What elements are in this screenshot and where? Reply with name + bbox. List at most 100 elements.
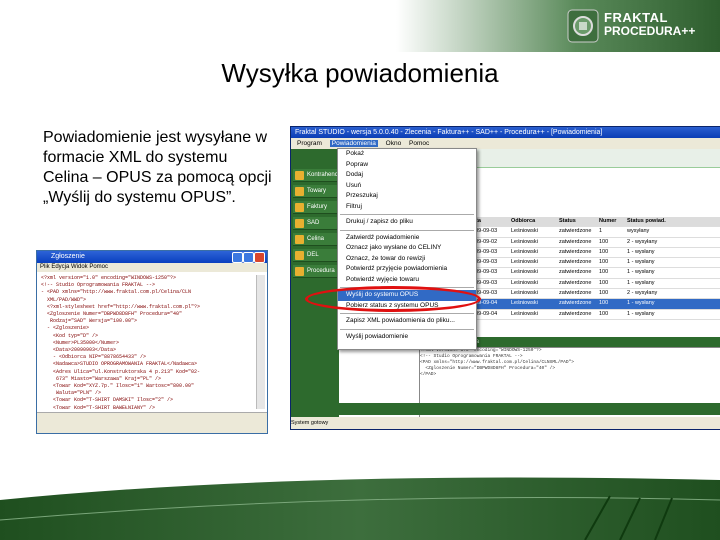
powiadomienia-dropdown-menu: Pokaż Popraw Dodaj Usuń Przeszukaj Filtruj Dru… (337, 148, 477, 350)
menu-item[interactable]: Oznacz, że towar do rewizji (338, 254, 476, 265)
maximize-icon[interactable] (243, 252, 254, 263)
grid-cell: zatwierdzone (559, 259, 592, 266)
slide-title: Wysyłka powiadomienia (221, 58, 499, 88)
table-row[interactable]: 2009-09-03 Leśniowski zatwierdzone 100 1 - w… (469, 279, 720, 290)
xml-scrollbar[interactable] (256, 275, 265, 409)
menu-item[interactable]: Przeszukaj (338, 191, 476, 202)
menu-item[interactable]: Wyślij powiadomienie (338, 332, 476, 343)
grid-cell: zatwierdzone (559, 300, 592, 307)
grid-cell: 1 - wysłany (627, 248, 655, 255)
menu-item[interactable]: Popraw (338, 160, 476, 171)
app-statusbar: System gotowy (291, 417, 720, 429)
grid-cell: 100 (599, 238, 609, 245)
menu-separator (340, 313, 474, 314)
grid-cell: Leśniowski (511, 279, 538, 286)
folder-icon (295, 235, 304, 244)
grid-cell: 1 (599, 228, 603, 235)
xml-line: <Adres Ulica="ul.Konstruktorska 4 p.213"… (41, 368, 201, 375)
grid-cell: 1 - wysłany (627, 310, 655, 317)
table-row[interactable]: 2009-09-04 Leśniowski zatwierdzone 100 1 - w… (469, 310, 720, 320)
table-row[interactable]: 2009-09-03 Leśniowski zatwierdzone 100 1 - w… (469, 258, 720, 269)
table-row[interactable]: 2009-09-03 Leśniowski zatwierdzone 1 wysyłan… (469, 227, 720, 238)
menu-okno[interactable]: Okno (386, 140, 402, 147)
menu-item[interactable]: Potwierdź przyjęcie powiadomienia (338, 264, 476, 275)
table-row[interactable]: 2009-09-04 Leśniowski zatwierdzone 100 1 - w… (469, 299, 720, 310)
xml-line: 673" Miasto="Warszawa" Kraj="PL" /> (41, 375, 162, 382)
grid-cell: 1 - wysłany (627, 300, 655, 307)
grid-cell: zatwierdzone (559, 310, 592, 317)
table-row[interactable]: 2009-09-02 Leśniowski zatwierdzone 100 2 - w… (469, 238, 720, 248)
xml-window-menubar[interactable]: Plik Edycja Widok Pomoc (37, 263, 267, 272)
menu-program[interactable]: Program (297, 140, 322, 147)
grid-cell: zatwierdzone (559, 279, 592, 286)
grid-cell: zatwierdzone (559, 238, 592, 245)
xml-line: <!-- Studio Oprogramowania FRAKTAL --> (41, 282, 156, 289)
xml-line: XML/PAD/WWD"> (41, 296, 87, 303)
xml-window-title: Zgłoszenie (51, 253, 85, 260)
grid-cell: 100 (599, 310, 609, 317)
sidebar-item-0[interactable]: Kontrahenci (293, 169, 339, 182)
grid-cell: Leśniowski (511, 228, 538, 235)
highlight-ellipse (305, 286, 481, 312)
grid-cell: 100 (599, 259, 609, 266)
menu-separator (340, 214, 474, 215)
folder-icon (295, 203, 304, 212)
menu-separator (340, 328, 474, 330)
menu-item[interactable]: Filtruj (338, 202, 476, 213)
close-icon[interactable] (254, 252, 265, 263)
grid-cell: Odbiorca (511, 218, 536, 224)
logo-text-fraktal: FRAKTAL (604, 10, 668, 25)
menu-item[interactable]: Oznacz jako wysłane do CELINY (338, 243, 476, 254)
grid-cell: 1 - wysłany (627, 269, 655, 276)
menu-item[interactable]: Potwierdź wyjęcie towaru (338, 275, 476, 286)
menu-item[interactable]: Zatwierdź powiadomienie (338, 233, 476, 244)
folder-icon (295, 187, 304, 196)
grid-cell: wysyłany (627, 228, 650, 235)
sidebar-item-6[interactable]: Procedura (293, 265, 337, 278)
grid-header-row[interactable]: DataOdbiorcaStatusNumerStatus powiad. (469, 217, 720, 228)
menu-item[interactable]: Pokaż (338, 149, 476, 160)
menu-separator (340, 229, 474, 231)
sidebar-item-2[interactable]: Faktury (293, 201, 337, 214)
sidebar-item-5[interactable]: DEL (293, 249, 337, 262)
xml-line: - <PAD xmlns="http://www.fraktal.com.pl/… (41, 289, 192, 296)
grid-cell: Leśniowski (511, 238, 538, 245)
menu-item[interactable]: Drukuj / zapisz do pliku (338, 217, 476, 228)
xml-line: - <Zgloszenie> (41, 325, 90, 332)
folder-icon (295, 251, 304, 260)
sidebar-item-1[interactable]: Towary (293, 185, 337, 198)
minimize-icon[interactable] (232, 252, 243, 263)
menu-item[interactable]: Usuń (338, 181, 476, 192)
grid-cell: zatwierdzone (559, 290, 592, 297)
xml-line: - <Odbiorca NIP="8878654433" /> (41, 354, 147, 361)
xml-window-status (37, 412, 267, 433)
table-row[interactable]: 2009-09-03 Leśniowski zatwierdzone 100 1 - w… (469, 268, 720, 279)
logo-text-procedura: PROCEDURA++ (604, 24, 696, 38)
app-titlebar: Fraktal STUDIO - wersja 5.0.0.40 - Zlece… (291, 127, 720, 138)
xml-line: Waluta="PLN" /> (41, 390, 102, 397)
sidebar-item-4[interactable]: Celina (293, 233, 337, 246)
menu-pomoc[interactable]: Pomoc (409, 140, 429, 147)
xml-line: <Kod typ="D" /> (41, 332, 99, 339)
menu-item[interactable]: Zapisz XML powiadomienia do pliku... (338, 316, 476, 327)
grid-cell: zatwierdzone (559, 248, 592, 255)
grid-cell: Leśniowski (511, 290, 538, 297)
xml-line: <?xml-stylesheet href="http://www.frakta… (41, 303, 201, 310)
grid-cell: 2 - wysyłany (627, 290, 658, 297)
folder-icon (295, 267, 304, 276)
xml-line: <Towar Kod="T-SHIRT BAWEŁNIANY" /> (41, 404, 156, 409)
grid-cell: Leśniowski (511, 310, 538, 317)
lower-xml-line: </PAD> (420, 372, 437, 377)
grid-cell: Leśniowski (511, 248, 538, 255)
grid-cell: 100 (599, 279, 609, 286)
grid-cell: Status powiad. (627, 218, 666, 224)
notifications-grid: DataOdbiorcaStatusNumerStatus powiad.200… (469, 217, 720, 320)
table-row[interactable]: 2009-09-03 Leśniowski zatwierdzone 100 2 - w… (469, 289, 720, 300)
sidebar-item-3[interactable]: SAD (293, 217, 337, 230)
xml-line: <Data>20090903</Data> (41, 347, 117, 354)
menu-item[interactable]: Dodaj (338, 170, 476, 181)
grid-cell: 2 - wysyłany (627, 238, 658, 245)
xml-content: <?xml version="1.0" encoding="WINDOWS-12… (41, 275, 253, 409)
menu-powiadomienia[interactable]: Powiadomienia (329, 140, 378, 147)
table-row[interactable]: 2009-09-03 Leśniowski zatwierdzone 100 1 - w… (469, 248, 720, 259)
